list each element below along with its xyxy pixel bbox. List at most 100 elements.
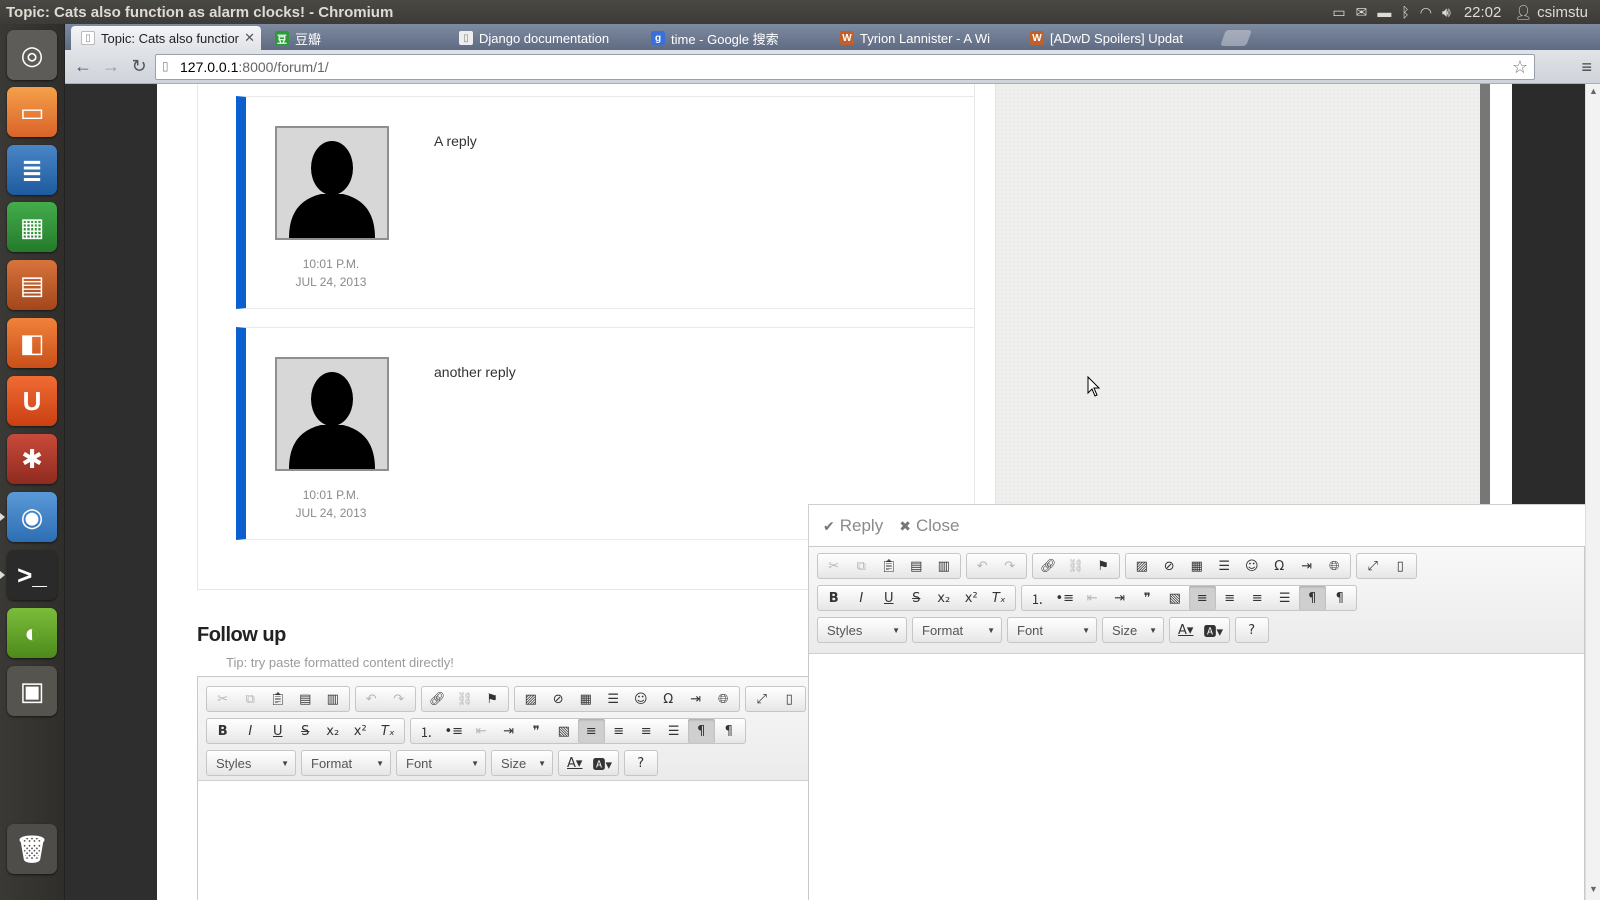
dash-home-icon[interactable]: ◎: [7, 30, 57, 80]
paste-icon[interactable]: 📋︎: [264, 687, 292, 711]
paste-text-icon[interactable]: ▤: [292, 687, 320, 711]
underline-icon[interactable]: U: [875, 586, 903, 610]
paste-text-icon[interactable]: ▤: [903, 554, 931, 578]
redo-icon[interactable]: ↷: [996, 554, 1024, 578]
align-left-icon[interactable]: ≡: [577, 719, 605, 743]
eclipse-icon[interactable]: ◐: [7, 608, 57, 658]
blockquote-icon[interactable]: ❞: [1134, 586, 1162, 610]
rtl-icon[interactable]: ¶: [715, 719, 743, 743]
remove-format-icon[interactable]: Tₓ: [374, 719, 402, 743]
scroll-up-icon[interactable]: ▲: [1589, 86, 1598, 96]
format-select[interactable]: Format ▼: [301, 750, 391, 776]
outdent-icon[interactable]: ⇤: [1079, 586, 1107, 610]
justify-icon[interactable]: ☰: [1271, 586, 1299, 610]
size-select[interactable]: Size ▼: [491, 750, 553, 776]
paste-icon[interactable]: 📋︎: [875, 554, 903, 578]
align-center-icon[interactable]: ≡: [1216, 586, 1244, 610]
italic-icon[interactable]: I: [237, 719, 265, 743]
calc-icon[interactable]: ▦: [7, 202, 57, 252]
writer-icon[interactable]: ≣: [7, 145, 57, 195]
page-break-icon[interactable]: ⇥: [682, 687, 710, 711]
close-button[interactable]: ✖ Close: [899, 516, 959, 536]
iframe-icon[interactable]: 🌐︎: [710, 687, 738, 711]
indent-icon[interactable]: ⇥: [495, 719, 523, 743]
outdent-icon[interactable]: ⇤: [468, 719, 496, 743]
paste-word-icon[interactable]: ▥: [319, 687, 347, 711]
remove-format-icon[interactable]: Tₓ: [985, 586, 1013, 610]
maximize-icon[interactable]: ⤢: [1359, 554, 1387, 578]
special-char-icon[interactable]: Ω: [1266, 554, 1294, 578]
trash-icon[interactable]: 🗑︎: [7, 824, 57, 874]
ltr-icon[interactable]: ¶: [1298, 586, 1326, 610]
mail-icon[interactable]: ✉: [1351, 0, 1373, 24]
indent-icon[interactable]: ⇥: [1106, 586, 1134, 610]
tab-adwd[interactable]: W [ADwD Spoilers] Updat: [1020, 26, 1210, 50]
numbered-list-icon[interactable]: ⒈: [1024, 586, 1052, 610]
page-break-icon[interactable]: ⇥: [1293, 554, 1321, 578]
iframe-icon[interactable]: 🌐︎: [1321, 554, 1349, 578]
link-icon[interactable]: 🔗︎: [1035, 554, 1063, 578]
reply-button[interactable]: ✔ Reply: [823, 516, 883, 536]
bluetooth-icon[interactable]: ᛒ: [1396, 0, 1414, 24]
italic-icon[interactable]: I: [848, 586, 876, 610]
unlink-icon[interactable]: ⛓: [1062, 554, 1090, 578]
font-select[interactable]: Font ▼: [396, 750, 486, 776]
bookmark-star-icon[interactable]: ☆: [1512, 57, 1528, 78]
forward-icon[interactable]: →: [97, 53, 125, 81]
tab-forum[interactable]: ▯ Topic: Cats also functior ✕: [71, 26, 261, 50]
superscript-icon[interactable]: x²: [347, 719, 375, 743]
anchor-icon[interactable]: ⚑: [1090, 554, 1118, 578]
scroll-down-icon[interactable]: ▼: [1589, 884, 1598, 894]
cut-icon[interactable]: ✂: [820, 554, 848, 578]
styles-select[interactable]: Styles ▼: [817, 617, 907, 643]
size-select[interactable]: Size ▼: [1102, 617, 1164, 643]
tab-tyrion[interactable]: W Tyrion Lannister - A Wi: [830, 26, 1010, 50]
maximize-icon[interactable]: ⤢: [748, 687, 776, 711]
files-icon[interactable]: ▭: [7, 87, 57, 137]
impress-icon[interactable]: ▤: [7, 260, 57, 310]
cut-icon[interactable]: ✂: [209, 687, 237, 711]
align-center-icon[interactable]: ≡: [605, 719, 633, 743]
system-settings-icon[interactable]: ✱: [7, 434, 57, 484]
underline-icon[interactable]: U: [264, 719, 292, 743]
rtl-icon[interactable]: ¶: [1326, 586, 1354, 610]
bold-icon[interactable]: B: [209, 719, 237, 743]
justify-icon[interactable]: ☰: [660, 719, 688, 743]
dropbox-icon[interactable]: ▭: [1327, 0, 1350, 24]
subscript-icon[interactable]: x₂: [319, 719, 347, 743]
bulleted-list-icon[interactable]: •≡: [1051, 586, 1079, 610]
image-icon[interactable]: ▨: [1128, 554, 1156, 578]
help-icon[interactable]: ?: [627, 751, 655, 775]
text-color-icon[interactable]: A▾: [1172, 618, 1200, 642]
format-select[interactable]: Format ▼: [912, 617, 1002, 643]
background-color-icon[interactable]: 🅰︎▾: [589, 751, 617, 775]
styles-select[interactable]: Styles ▼: [206, 750, 296, 776]
ltr-icon[interactable]: ¶: [687, 719, 715, 743]
superscript-icon[interactable]: x²: [958, 586, 986, 610]
close-icon[interactable]: ✕: [244, 30, 255, 46]
copy-icon[interactable]: ⧉: [848, 554, 876, 578]
table-icon[interactable]: ▦: [1183, 554, 1211, 578]
font-select[interactable]: Font ▼: [1007, 617, 1097, 643]
page-scrollbar[interactable]: ▲ ▼: [1585, 84, 1600, 900]
redo-icon[interactable]: ↷: [385, 687, 413, 711]
terminal-icon[interactable]: >_: [7, 550, 57, 600]
undo-icon[interactable]: ↶: [358, 687, 386, 711]
special-char-icon[interactable]: Ω: [655, 687, 683, 711]
volume-icon[interactable]: 🔊︎: [1437, 0, 1456, 24]
create-div-icon[interactable]: ▧: [550, 719, 578, 743]
show-blocks-icon[interactable]: ▯: [776, 687, 804, 711]
create-div-icon[interactable]: ▧: [1161, 586, 1189, 610]
help-icon[interactable]: ?: [1238, 618, 1266, 642]
address-bar[interactable]: ▯ 127.0.0.1:8000/forum/1/ ☆: [155, 54, 1535, 80]
software-center-icon[interactable]: ◧: [7, 318, 57, 368]
paste-word-icon[interactable]: ▥: [930, 554, 958, 578]
align-right-icon[interactable]: ≡: [633, 719, 661, 743]
reload-icon[interactable]: ↻: [125, 53, 153, 81]
clock[interactable]: 22:02: [1456, 0, 1510, 24]
undo-icon[interactable]: ↶: [969, 554, 997, 578]
menu-icon[interactable]: ≡: [1581, 57, 1592, 78]
subscript-icon[interactable]: x₂: [930, 586, 958, 610]
user-name[interactable]: csimstu: [1537, 4, 1600, 21]
align-left-icon[interactable]: ≡: [1188, 586, 1216, 610]
